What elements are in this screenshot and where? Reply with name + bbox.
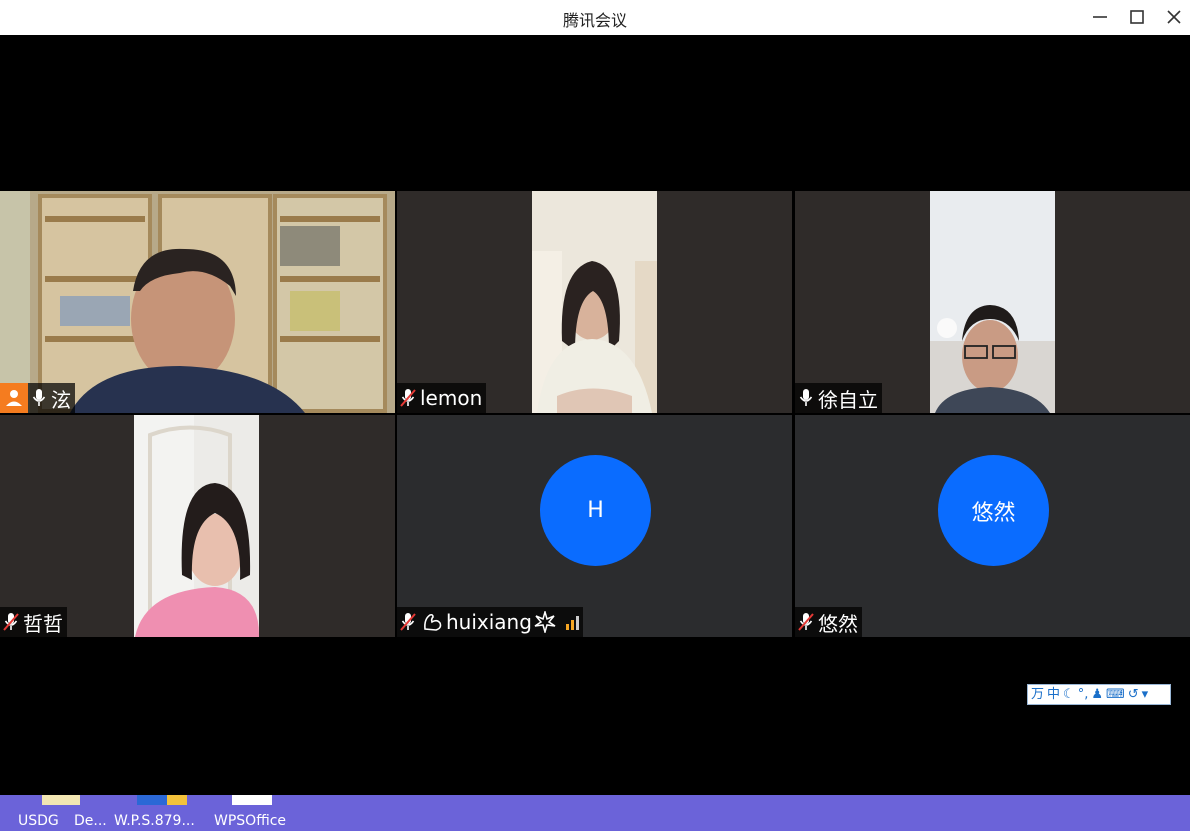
participant-nameplate: lemon — [397, 383, 487, 413]
close-button[interactable] — [1160, 4, 1188, 30]
mic-on-button[interactable] — [28, 383, 50, 413]
microphone-icon — [799, 389, 813, 406]
participant-nameplate: 徐自立 — [795, 383, 882, 413]
ime-menu-icon[interactable]: ▾ — [1142, 688, 1149, 701]
muscle-emoji-icon — [419, 611, 445, 633]
participant-name: 哲哲 — [23, 611, 63, 636]
host-badge — [0, 383, 28, 413]
participant-tile-youran[interactable]: 悠然 悠然 — [795, 415, 1190, 637]
participant-name: lemon — [420, 386, 483, 410]
minimize-button[interactable] — [1086, 4, 1114, 30]
mic-on-button[interactable] — [795, 383, 817, 413]
microphone-muted-icon — [798, 613, 814, 631]
app-icon — [137, 795, 187, 805]
ime-skin-icon[interactable]: ↺ — [1128, 688, 1139, 701]
video-grid: 泫 lemon 徐自立 哲哲 H huixiang 悠然 悠然 万 中 ☾ °,… — [0, 35, 1190, 795]
sparkle-emoji-icon — [532, 611, 556, 633]
ime-punctuation-icon[interactable]: °, — [1078, 688, 1089, 701]
participant-name: 泫 — [51, 387, 71, 412]
participant-avatar: 悠然 — [938, 455, 1049, 566]
participant-tile-xuan[interactable]: 泫 — [0, 191, 395, 413]
maximize-icon — [1130, 10, 1144, 24]
maximize-button[interactable] — [1123, 4, 1151, 30]
minimize-icon — [1093, 16, 1107, 18]
microphone-muted-icon — [400, 613, 416, 631]
participant-avatar: H — [540, 455, 651, 566]
participant-nameplate: 泫 — [0, 383, 75, 413]
mic-muted-button[interactable] — [397, 383, 419, 413]
folder-icon — [42, 795, 80, 805]
ime-logo-icon[interactable]: 万 — [1031, 688, 1044, 701]
microphone-icon — [32, 389, 46, 406]
user-icon — [6, 390, 22, 406]
taskbar-item-de[interactable]: De... — [74, 813, 107, 829]
participant-tile-lemon[interactable]: lemon — [397, 191, 792, 413]
participant-tile-zhezhe[interactable]: 哲哲 — [0, 415, 395, 637]
microphone-muted-icon — [400, 389, 416, 407]
ime-toolbar[interactable]: 万 中 ☾ °, ♟ ⌨ ↺ ▾ — [1027, 684, 1171, 705]
desktop-taskbar: USDG De... W.P.S.879... WPSOffice — [0, 795, 1190, 831]
participant-nameplate: 悠然 — [795, 607, 862, 637]
window-titlebar: 腾讯会议 — [0, 0, 1190, 35]
document-icon — [232, 795, 272, 805]
participant-nameplate: huixiang — [397, 607, 583, 637]
participant-video — [0, 191, 395, 413]
ime-user-icon[interactable]: ♟ — [1091, 688, 1103, 701]
ime-keyboard-icon[interactable]: ⌨ — [1106, 688, 1125, 701]
participant-video — [532, 191, 657, 413]
mic-muted-button[interactable] — [0, 607, 22, 637]
participant-video — [134, 415, 260, 637]
participant-nameplate: 哲哲 — [0, 607, 67, 637]
ime-halfwidth-icon[interactable]: ☾ — [1063, 688, 1075, 701]
taskbar-item-wpsoffice[interactable]: WPSOffice — [214, 813, 286, 829]
mic-muted-button[interactable] — [397, 607, 419, 637]
participant-name: 悠然 — [818, 611, 858, 636]
participant-video — [930, 191, 1055, 413]
close-icon — [1167, 10, 1181, 24]
taskbar-item-wps879[interactable]: W.P.S.879... — [114, 813, 195, 829]
microphone-muted-icon — [3, 613, 19, 631]
participant-name: 徐自立 — [818, 387, 878, 412]
ime-mode-toggle[interactable]: 中 — [1047, 688, 1060, 701]
participant-name: huixiang — [446, 610, 532, 634]
window-title: 腾讯会议 — [562, 11, 627, 30]
participant-tile-huixiang[interactable]: H huixiang — [397, 415, 792, 637]
taskbar-item-usdg[interactable]: USDG — [18, 813, 59, 829]
participant-tile-xuziliu[interactable]: 徐自立 — [795, 191, 1190, 413]
signal-strength-icon — [565, 614, 579, 630]
mic-muted-button[interactable] — [795, 607, 817, 637]
